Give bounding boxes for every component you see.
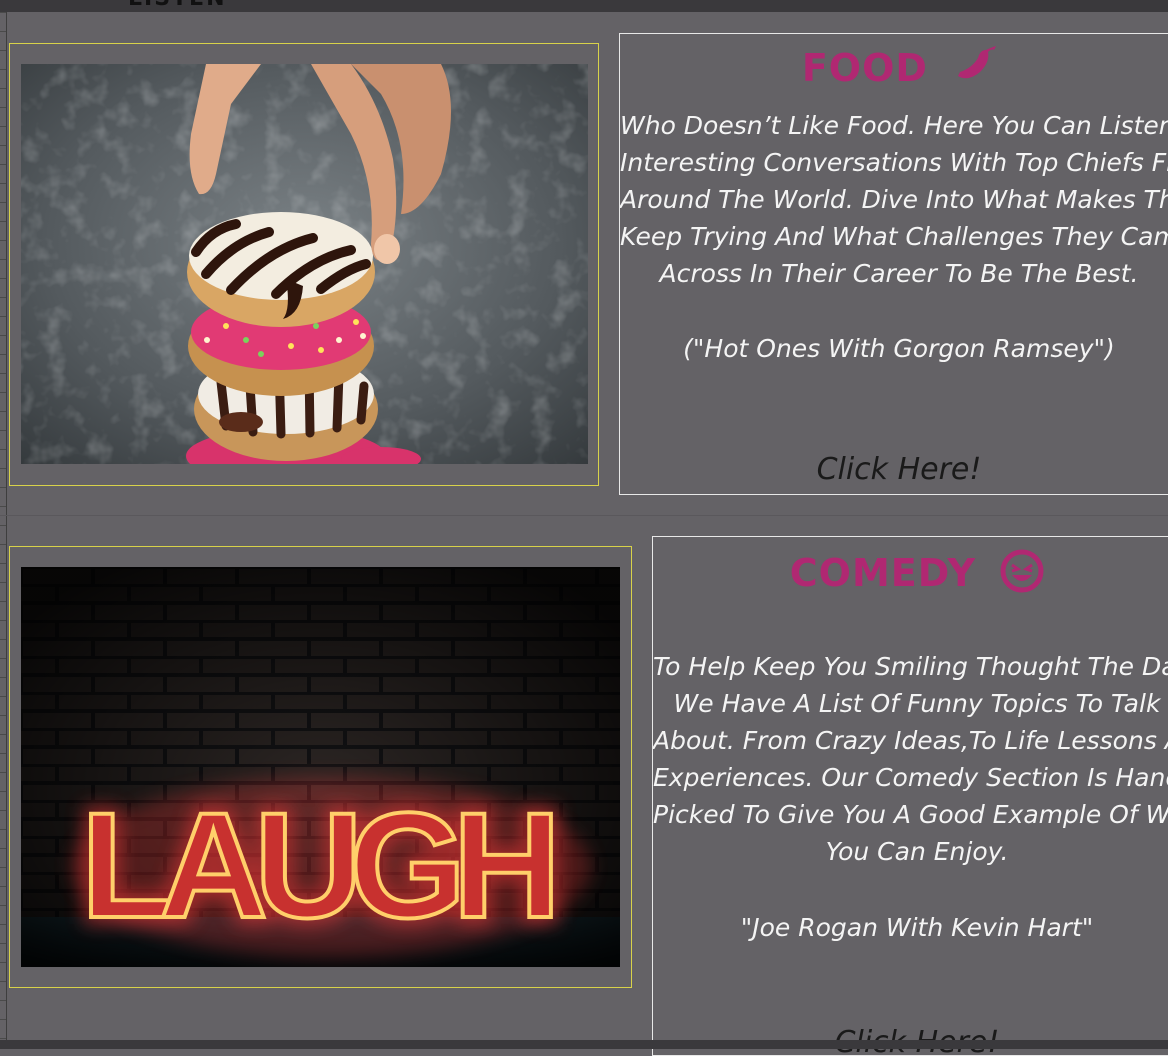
comedy-desc-line: About. From Crazy Ideas,To Life Lessons …: [653, 726, 1168, 755]
comedy-desc-line: Picked To Give You A Good Example Of Wha…: [653, 800, 1168, 829]
comedy-quote: "Joe Rogan With Kevin Hart": [740, 913, 1094, 942]
food-description: Who Doesn’t Like Food. Here You Can List…: [620, 107, 1168, 292]
comedy-text-panel: COMEDY To Help Keep You Smiling Thought …: [652, 536, 1168, 1056]
laughing-face-icon: [1000, 549, 1044, 602]
section-divider: [0, 515, 1168, 516]
food-desc-line: Keep Trying And What Challenges They Cam…: [620, 222, 1168, 251]
top-bar: LISTEN: [0, 0, 1168, 12]
food-click-here-link[interactable]: Click Here!: [620, 452, 1168, 487]
comedy-desc-line: Experiences. Our Comedy Section Is Hand: [653, 763, 1168, 792]
neon-laugh-text: LAUGH: [81, 781, 561, 949]
comedy-description: To Help Keep You Smiling Thought The Day…: [653, 648, 1168, 870]
food-title: FOOD: [620, 46, 1168, 95]
donut-stack-photo: [21, 64, 588, 464]
comedy-desc-line: We Have A List Of Funny Topics To Talk: [673, 689, 1161, 718]
food-desc-line: Across In Their Career To Be The Best.: [659, 259, 1139, 288]
food-desc-line: Around The World. Dive Into What Makes T…: [620, 185, 1168, 214]
section-heading-partial: LISTEN: [128, 0, 227, 11]
food-desc-line: Who Doesn’t Like Food. Here You Can List…: [620, 111, 1168, 140]
comedy-desc-line: You Can Enjoy.: [825, 837, 1009, 866]
comedy-title: COMEDY: [653, 549, 1168, 602]
laugh-neon-sign-photo: LAUGH LAUGH: [21, 567, 620, 967]
left-ruler: [0, 12, 7, 1040]
comedy-desc-line: To Help Keep You Smiling Thought The Day…: [653, 652, 1168, 681]
food-text-panel: FOOD Who Doesn’t Like Food. Here You Can…: [619, 33, 1168, 495]
chili-pepper-icon: [952, 46, 997, 95]
food-desc-line: Interesting Conversations With Top Chief…: [620, 148, 1168, 177]
bottom-scrollbar[interactable]: [0, 1040, 1168, 1049]
food-quote: ("Hot Ones With Gorgon Ramsey"): [683, 334, 1115, 363]
